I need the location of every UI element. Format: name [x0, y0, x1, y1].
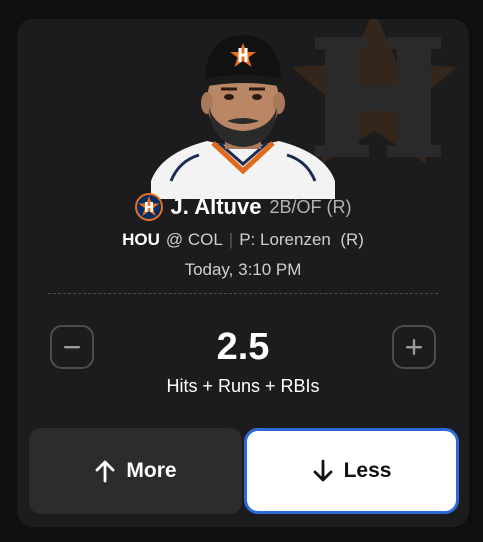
player-position: 2B/OF (R) [269, 196, 352, 217]
player-info-line: J. Altuve 2B/OF (R) [17, 193, 469, 221]
player-name: J. Altuve [170, 194, 262, 219]
less-button-label: Less [343, 459, 392, 482]
plus-icon [406, 339, 422, 355]
matchup-separator: | [228, 230, 234, 249]
astros-logo-icon [134, 193, 163, 221]
more-button-label: More [126, 459, 177, 482]
increase-line-button[interactable] [392, 325, 436, 369]
game-time: Today, 3:10 PM [184, 260, 302, 279]
more-button[interactable]: More [29, 428, 242, 514]
arrow-up-icon [94, 459, 116, 483]
divider [48, 293, 438, 294]
player-headshot [151, 35, 335, 199]
arrow-down-icon [312, 459, 334, 483]
prop-card: J. Altuve 2B/OF (R) HOU @ COL | P: Loren… [17, 19, 469, 527]
matchup-line: HOU @ COL | P: Lorenzen (R) [17, 230, 469, 250]
team-abbreviation: HOU [122, 230, 160, 249]
less-button[interactable]: Less [244, 428, 459, 514]
opposing-pitcher: P: Lorenzen (R) [239, 230, 364, 249]
stat-type-label: Hits + Runs + RBIs [166, 376, 320, 396]
opponent: @ COL [165, 230, 223, 249]
